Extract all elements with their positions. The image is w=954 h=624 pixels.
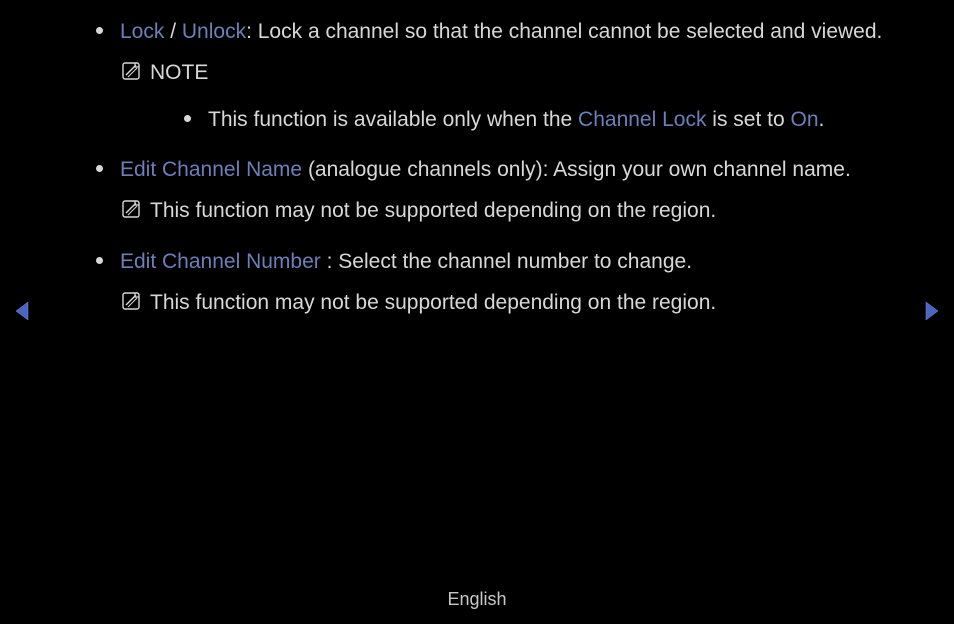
bullet-icon <box>96 27 103 34</box>
on-label: On <box>791 108 819 131</box>
sub-mid: is set to <box>706 108 790 131</box>
manual-page: Lock / Unlock: Lock a channel so that th… <box>0 0 954 624</box>
paren-text: (analogue channels only): <box>302 158 553 181</box>
note-icon <box>122 292 140 310</box>
note-text: This function may not be supported depen… <box>150 190 716 232</box>
note-line: This function may not be supported depen… <box>122 190 894 232</box>
note-label: NOTE <box>150 52 208 94</box>
channel-lock-label: Channel Lock <box>578 108 706 131</box>
list-item: Edit Channel Name (analogue channels onl… <box>78 150 894 232</box>
previous-page-arrow[interactable] <box>14 300 30 322</box>
lock-label: Lock <box>120 20 164 43</box>
sub-post: . <box>819 108 825 131</box>
edit-channel-number-label: Edit Channel Number <box>120 250 321 273</box>
bullet-icon <box>184 115 191 122</box>
note-header: NOTE <box>122 52 894 94</box>
unlock-label: Unlock <box>182 20 246 43</box>
edit-name-desc: Assign your own channel name. <box>553 158 851 181</box>
note-line: This function may not be supported depen… <box>122 282 894 324</box>
note-icon <box>122 200 140 218</box>
lock-desc: : Lock a channel so that the channel can… <box>246 20 882 43</box>
note-text: This function may not be supported depen… <box>150 282 716 324</box>
list-item: Edit Channel Number : Select the channel… <box>78 242 894 324</box>
sub-pre: This function is available only when the <box>208 108 578 131</box>
next-page-arrow[interactable] <box>924 300 940 322</box>
bullet-icon <box>96 165 103 172</box>
footer-language: English <box>0 589 954 610</box>
edit-number-desc: : Select the channel number to change. <box>321 250 692 273</box>
edit-channel-name-label: Edit Channel Name <box>120 158 302 181</box>
separator: / <box>164 20 182 43</box>
note-icon <box>122 62 140 80</box>
content-area: Lock / Unlock: Lock a channel so that th… <box>78 12 894 334</box>
list-sub-item: This function is available only when the… <box>180 100 894 140</box>
list-item: Lock / Unlock: Lock a channel so that th… <box>78 12 894 140</box>
bullet-icon <box>96 257 103 264</box>
